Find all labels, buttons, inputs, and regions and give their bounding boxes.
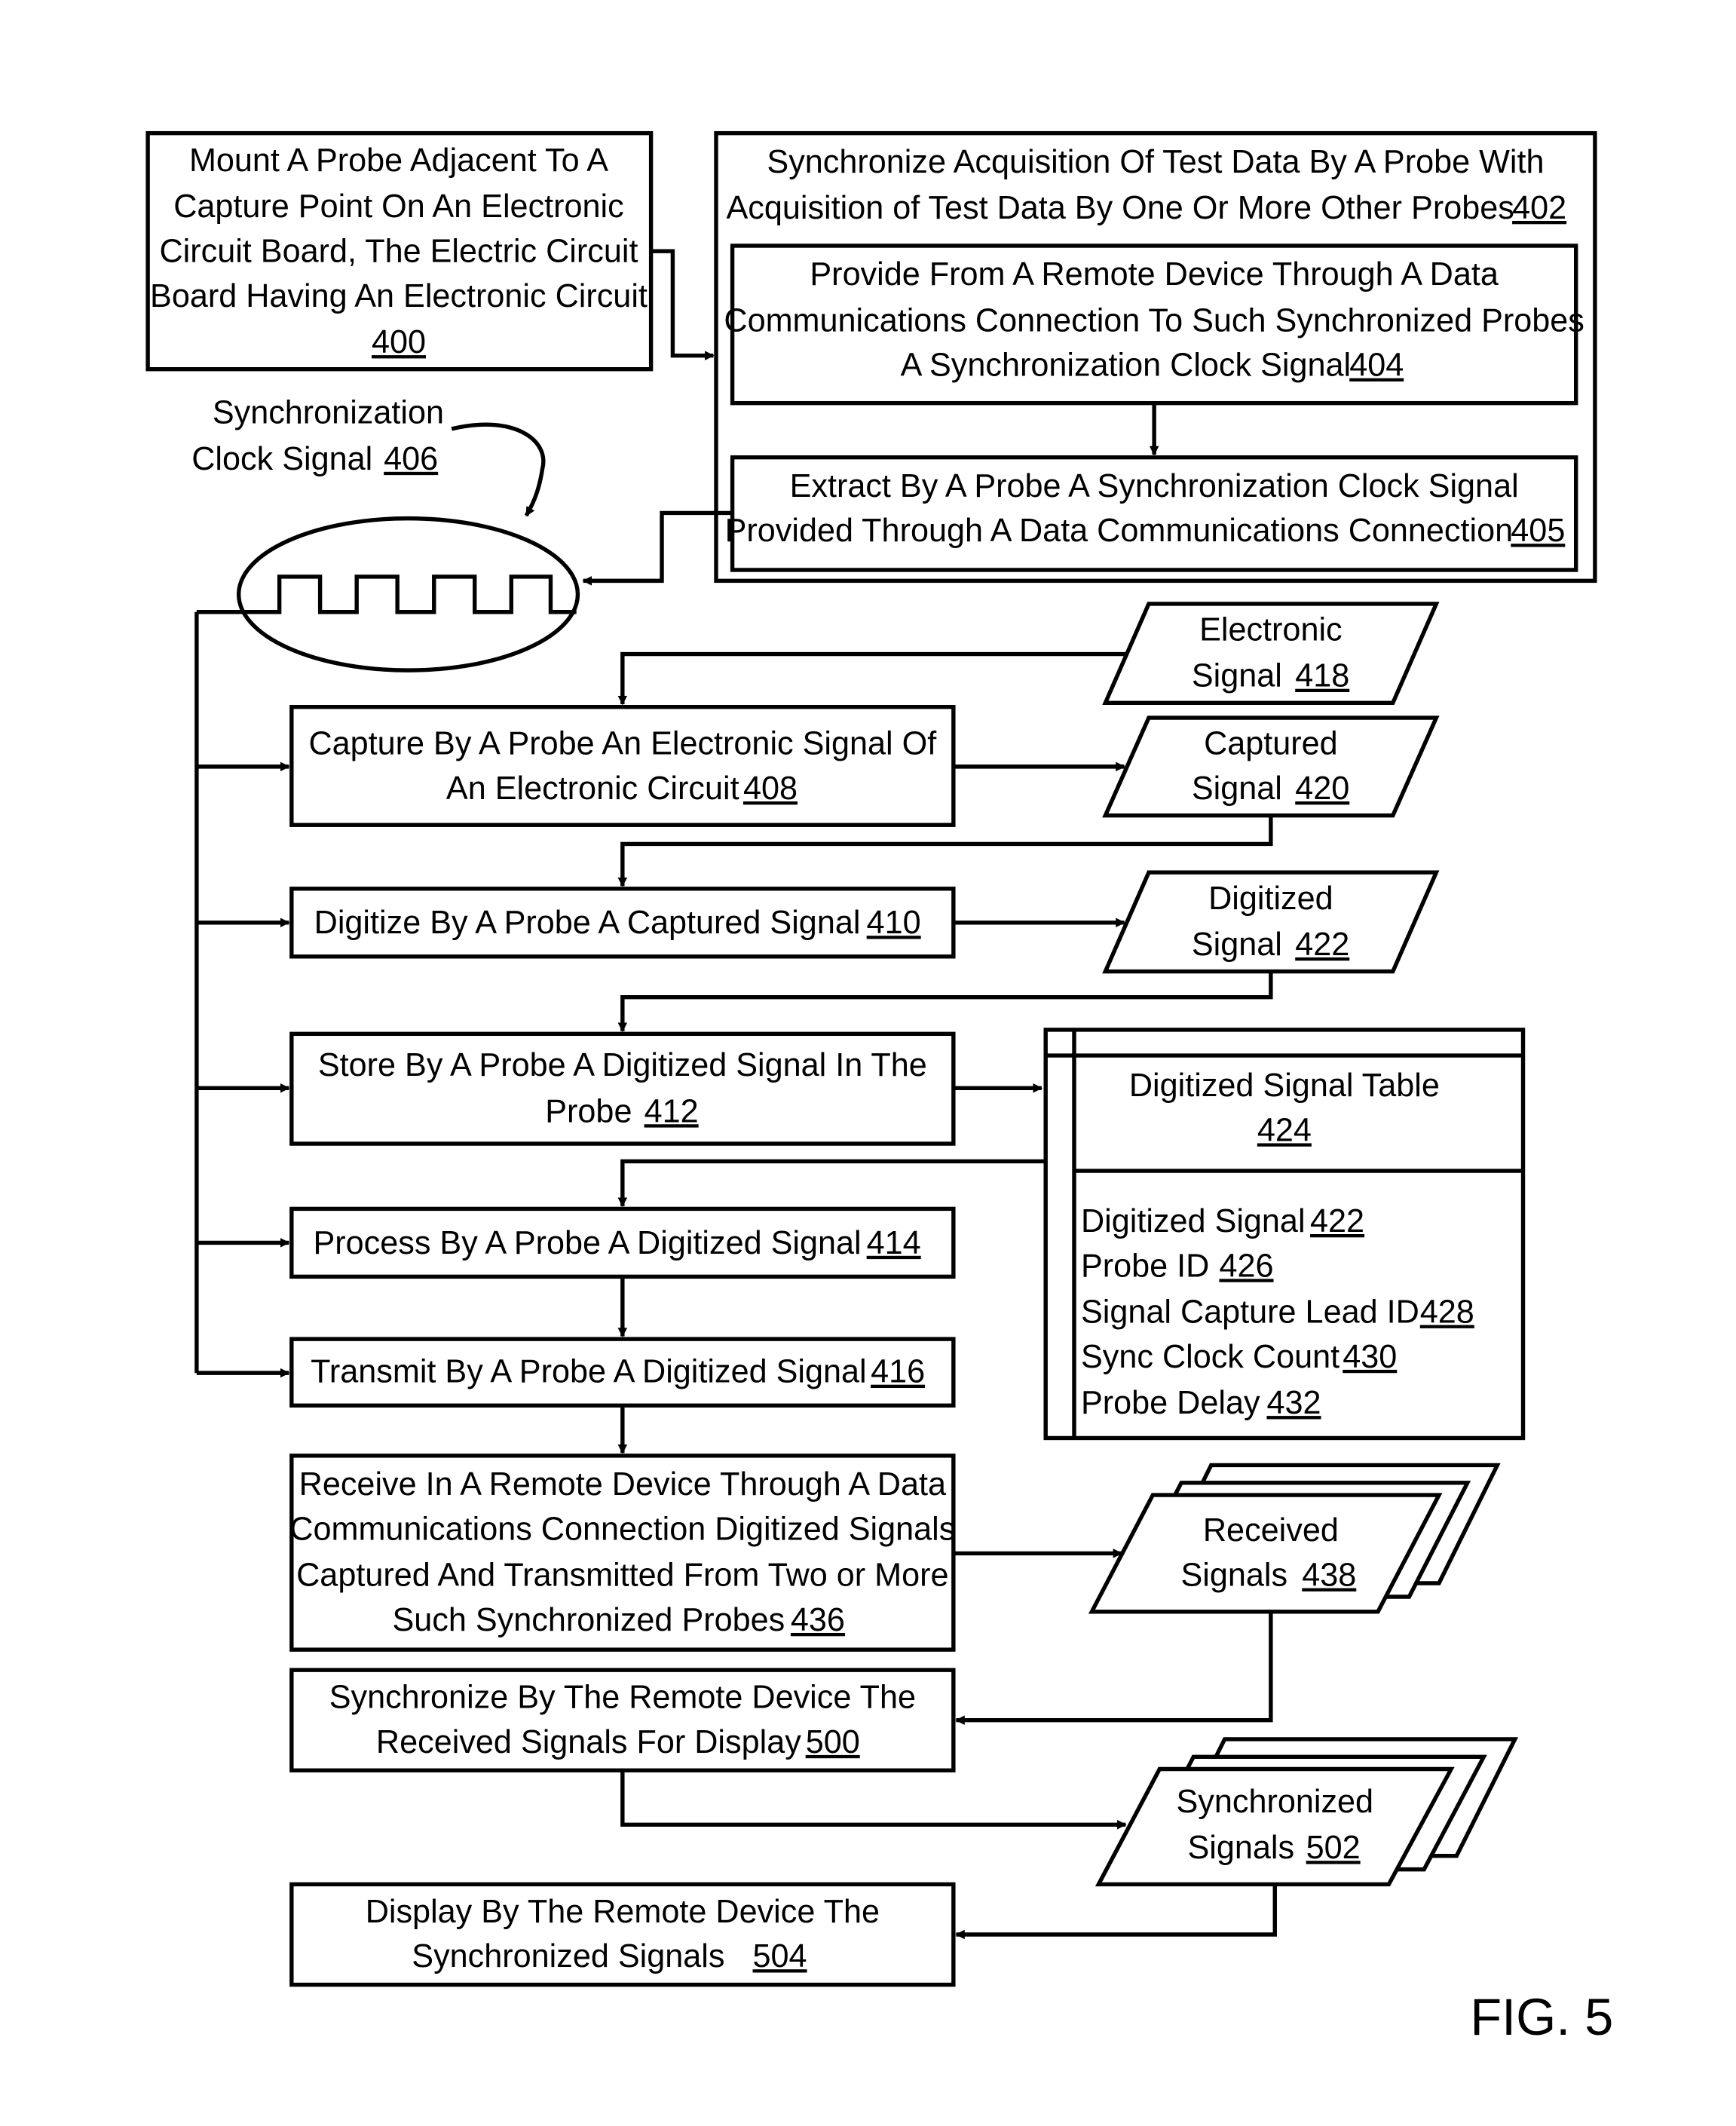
data-422-ref: 422	[1295, 927, 1349, 963]
step-504-display-signals[interactable]: Display By The Remote Device The Synchro…	[289, 1882, 956, 1987]
clock-signal-ref: 406	[384, 441, 438, 477]
step-400-mount-probe[interactable]: Mount A Probe Adjacent To A Capture Poin…	[145, 130, 654, 372]
step-414-process-signal[interactable]: Process By A Probe A Digitized Signal 41…	[289, 1206, 956, 1279]
arrow-500-to-502	[620, 1770, 1127, 1830]
figure-label: FIG. 5	[1470, 1989, 1613, 2046]
data-422-line-2: Signal	[1192, 927, 1282, 963]
step-408-capture-signal[interactable]: Capture By A Probe An Electronic Signal …	[289, 705, 956, 827]
step-504-ref: 504	[753, 1938, 807, 1974]
step-500-ref: 500	[806, 1724, 860, 1760]
clock-label-pointer-arrow	[451, 422, 546, 517]
data-502-line-1: Synchronized	[1176, 1784, 1373, 1820]
arrow-418-to-408	[617, 651, 1128, 706]
arrow-400-to-402	[651, 249, 715, 361]
data-438-received-signals[interactable]: Received Signals 438	[1088, 1463, 1501, 1614]
data-422-line-1: Digitized	[1208, 881, 1333, 917]
data-418-electronic-signal[interactable]: Electronic Signal 418	[1102, 602, 1440, 706]
arrow-422-to-412	[617, 971, 1273, 1032]
table-field-probe-id: Probe ID	[1081, 1248, 1209, 1284]
table-field-signal-capture-lead-id-ref: 428	[1420, 1294, 1474, 1331]
step-402-ref: 402	[1512, 190, 1566, 226]
step-410-ref: 410	[867, 905, 921, 941]
data-422-digitized-signal[interactable]: Digitized Signal 422	[1102, 870, 1440, 974]
step-400-line-2: Capture Point On An Electronic	[173, 188, 624, 225]
step-405-line-1: Extract By A Probe A Synchronization Clo…	[790, 468, 1519, 504]
table-field-probe-id-ref: 426	[1219, 1248, 1273, 1284]
arrow-502-to-504	[955, 1884, 1277, 1940]
step-400-line-4: Board Having An Electronic Circuit	[150, 278, 648, 314]
digitized-signal-table-424[interactable]: Digitized Signal Table 424 Digitized Sig…	[1043, 1028, 1526, 1441]
data-420-line-1: Captured	[1204, 726, 1338, 762]
step-405-ref: 405	[1511, 513, 1565, 549]
data-438-line-1: Received	[1203, 1512, 1339, 1549]
data-502-line-2: Signals	[1187, 1830, 1294, 1866]
step-416-transmit-signal[interactable]: Transmit By A Probe A Digitized Signal 4…	[289, 1337, 956, 1408]
step-410-line-1: Digitize By A Probe A Captured Signal	[314, 905, 861, 941]
data-420-captured-signal[interactable]: Captured Signal 420	[1102, 715, 1440, 818]
step-402-line-1: Synchronize Acquisition Of Test Data By …	[767, 144, 1544, 180]
step-500-synchronize-received[interactable]: Synchronize By The Remote Device The Rec…	[289, 1668, 956, 1772]
data-438-ref: 438	[1302, 1558, 1356, 1594]
table-field-digitized-signal: Digitized Signal	[1081, 1203, 1306, 1239]
table-field-probe-delay: Probe Delay	[1081, 1385, 1260, 1421]
step-400-line-3: Circuit Board, The Electric Circuit	[159, 234, 638, 270]
data-502-synchronized-signals[interactable]: Synchronized Signals 502	[1095, 1737, 1519, 1887]
step-414-line-1: Process By A Probe A Digitized Signal	[313, 1225, 861, 1261]
data-438-line-2: Signals	[1180, 1558, 1287, 1594]
clock-signal-label: Synchronization Clock Signal 406	[191, 395, 444, 477]
step-416-ref: 416	[871, 1354, 925, 1390]
step-412-line-1: Store By A Probe A Digitized Signal In T…	[318, 1047, 927, 1083]
step-414-ref: 414	[867, 1225, 921, 1261]
step-504-line-2: Synchronized Signals	[412, 1938, 724, 1974]
table-ref: 424	[1257, 1112, 1312, 1148]
step-436-line-4: Such Synchronized Probes	[392, 1602, 785, 1638]
step-436-line-3: Captured And Transmitted From Two or Mor…	[296, 1558, 948, 1594]
step-405-extract-clock[interactable]: Extract By A Probe A Synchronization Clo…	[725, 455, 1578, 572]
step-412-store-signal[interactable]: Store By A Probe A Digitized Signal In T…	[289, 1031, 956, 1146]
table-field-digitized-signal-ref: 422	[1310, 1203, 1364, 1239]
step-404-ref: 404	[1349, 348, 1404, 384]
step-400-ref: 400	[372, 324, 426, 360]
step-404-line-3: A Synchronization Clock Signal	[901, 348, 1352, 384]
step-400-line-1: Mount A Probe Adjacent To A	[189, 142, 608, 179]
step-410-digitize-signal[interactable]: Digitize By A Probe A Captured Signal 41…	[289, 887, 956, 959]
flowchart-canvas: Mount A Probe Adjacent To A Capture Poin…	[145, 130, 1613, 2046]
data-420-ref: 420	[1295, 770, 1349, 807]
clock-signal-line-1: Synchronization	[213, 395, 444, 431]
step-416-line-1: Transmit By A Probe A Digitized Signal	[311, 1354, 866, 1390]
data-418-line-1: Electronic	[1199, 612, 1343, 648]
step-500-line-1: Synchronize By The Remote Device The	[329, 1680, 916, 1716]
arrow-405-to-clock	[582, 510, 733, 586]
step-404-line-1: Provide From A Remote Device Through A D…	[810, 256, 1499, 293]
step-408-ref: 408	[743, 770, 798, 807]
data-418-ref: 418	[1295, 658, 1349, 694]
step-402-line-2: Acquisition of Test Data By One Or More …	[726, 190, 1514, 226]
step-436-receive-signals[interactable]: Receive In A Remote Device Through A Dat…	[289, 1454, 956, 1652]
arrow-table-to-414	[617, 1159, 1045, 1208]
data-502-ref: 502	[1306, 1830, 1361, 1866]
clock-signal-icon	[196, 516, 580, 672]
step-404-provide-clock[interactable]: Provide From A Remote Device Through A D…	[724, 244, 1584, 406]
step-408-line-1: Capture By A Probe An Electronic Signal …	[308, 726, 937, 762]
table-field-sync-clock-count-ref: 430	[1343, 1339, 1397, 1375]
table-field-signal-capture-lead-id: Signal Capture Lead ID	[1081, 1294, 1419, 1331]
table-field-probe-delay-ref: 432	[1266, 1385, 1321, 1421]
step-404-line-2: Communications Connection To Such Synchr…	[724, 302, 1584, 339]
step-436-ref: 436	[791, 1602, 845, 1638]
table-title: Digitized Signal Table	[1129, 1068, 1440, 1104]
data-418-line-2: Signal	[1192, 658, 1282, 694]
clock-signal-line-2: Clock Signal	[191, 441, 372, 477]
arrow-438-to-500	[955, 1611, 1273, 1726]
step-436-line-1: Receive In A Remote Device Through A Dat…	[299, 1466, 947, 1503]
data-420-line-2: Signal	[1192, 770, 1282, 807]
step-408-line-2: An Electronic Circuit	[446, 770, 739, 807]
step-436-line-2: Communications Connection Digitized Sign…	[289, 1511, 955, 1547]
step-412-ref: 412	[644, 1093, 699, 1129]
step-412-line-2: Probe	[545, 1093, 632, 1129]
step-500-line-2: Received Signals For Display	[376, 1724, 801, 1760]
table-field-sync-clock-count: Sync Clock Count	[1081, 1339, 1340, 1375]
step-504-line-1: Display By The Remote Device The	[366, 1894, 880, 1930]
step-405-line-2: Provided Through A Data Communications C…	[725, 513, 1514, 549]
